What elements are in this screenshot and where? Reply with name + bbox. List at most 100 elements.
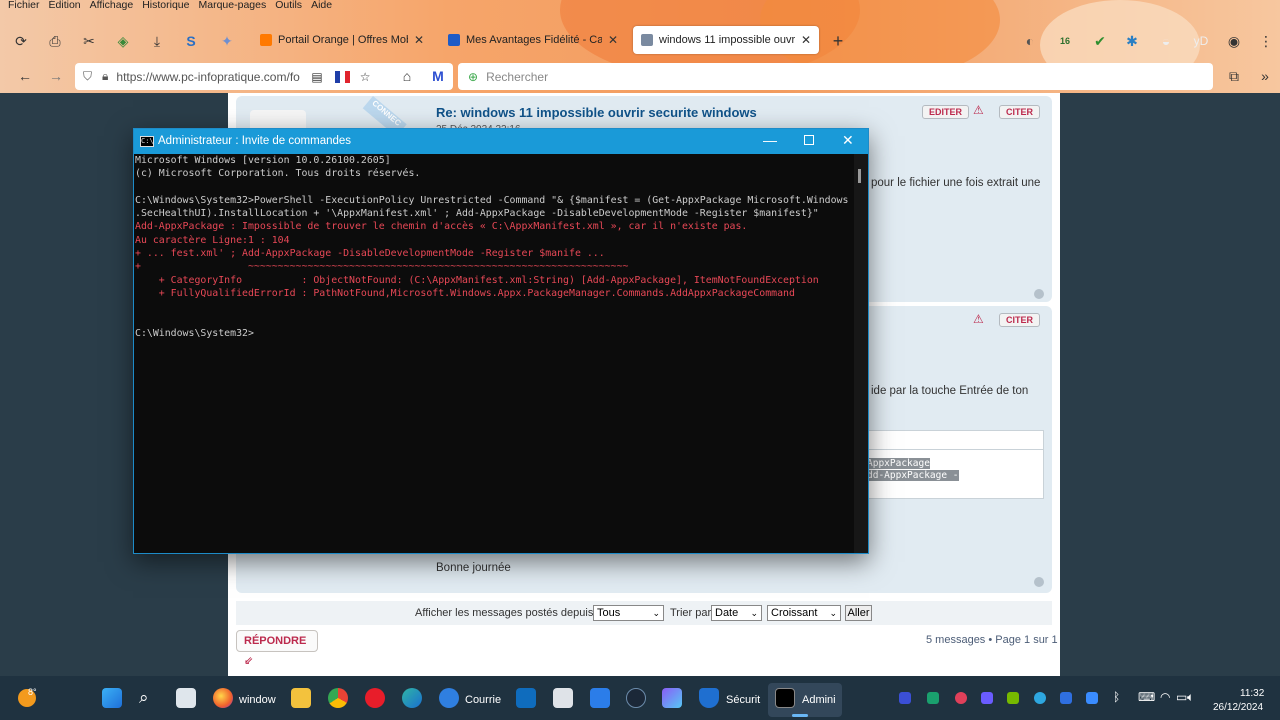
outlook-icon[interactable] bbox=[516, 688, 536, 708]
maximize-icon[interactable] bbox=[804, 135, 814, 145]
edge-icon[interactable] bbox=[402, 688, 422, 708]
period-select[interactable]: Tous ⌄ bbox=[593, 605, 664, 621]
clock-date[interactable]: 26/12/2024 bbox=[1213, 702, 1263, 713]
new-tab-icon[interactable]: + bbox=[830, 32, 846, 50]
order-select[interactable]: Croissant ⌄ bbox=[767, 605, 841, 621]
chrome-icon[interactable] bbox=[328, 688, 348, 708]
scrollbar-thumb[interactable] bbox=[858, 169, 861, 183]
quote-button[interactable]: CITER bbox=[999, 313, 1040, 327]
ghost-extension-icon[interactable]: ◒ bbox=[1158, 33, 1174, 49]
sort-key-select[interactable]: Date ⌄ bbox=[711, 605, 762, 621]
tray-app-icon[interactable] bbox=[981, 692, 993, 704]
tray-app-icon[interactable] bbox=[1060, 692, 1072, 704]
extensions-icon[interactable]: ⧉ bbox=[1226, 68, 1242, 84]
bookmark-star-icon[interactable]: ☆ bbox=[360, 70, 371, 84]
close-icon[interactable]: ✕ bbox=[842, 132, 854, 149]
app-d-tray-icon[interactable] bbox=[899, 692, 911, 704]
clock-time[interactable]: 11:32 bbox=[1240, 688, 1264, 699]
menu-item-file[interactable]: Fichier bbox=[8, 0, 40, 14]
todo-icon[interactable] bbox=[590, 688, 610, 708]
tray-app-icon[interactable] bbox=[1034, 692, 1046, 704]
start-icon[interactable] bbox=[102, 688, 122, 708]
menu-item-edit[interactable]: Édition bbox=[49, 0, 81, 14]
menu-item-history[interactable]: Historique bbox=[142, 0, 189, 14]
vpn-icon[interactable] bbox=[662, 688, 682, 708]
mail-icon[interactable] bbox=[439, 688, 459, 708]
windows-security-icon[interactable] bbox=[699, 688, 719, 708]
post-title[interactable]: Re: windows 11 impossible ouvrir securit… bbox=[436, 105, 757, 120]
steam-icon[interactable] bbox=[626, 688, 646, 708]
tab-orange[interactable]: Portail Orange | Offres Mobiles, ✕ bbox=[252, 26, 432, 54]
reader-mode-icon[interactable]: ▤ bbox=[311, 70, 322, 84]
reply-button[interactable]: RÉPONDRE ⇙ bbox=[236, 630, 318, 667]
url-text[interactable]: https://www.pc-infopratique.com/fo bbox=[116, 70, 301, 84]
back-icon[interactable]: ← bbox=[17, 68, 33, 84]
report-icon[interactable]: ⚠ bbox=[973, 312, 984, 326]
extension-icon[interactable]: ◈ bbox=[115, 33, 131, 49]
france-flag-icon[interactable] bbox=[334, 70, 350, 83]
print-icon[interactable]: ⎙ bbox=[47, 33, 63, 49]
overflow-menu-icon[interactable]: » bbox=[1257, 68, 1273, 84]
firefox-task-label[interactable]: window bbox=[239, 694, 276, 706]
close-icon[interactable]: ✕ bbox=[608, 33, 618, 47]
s-extension-icon[interactable]: S bbox=[183, 33, 199, 49]
go-button[interactable]: Aller bbox=[845, 605, 872, 621]
puzzle-icon[interactable]: ✦ bbox=[219, 33, 235, 49]
window-title-bar[interactable]: C:\ Administrateur : Invite de commandes… bbox=[134, 129, 868, 154]
file-explorer-icon[interactable] bbox=[291, 688, 311, 708]
menu-item-view[interactable]: Affichage bbox=[90, 0, 134, 14]
reload-icon[interactable]: ⟳ bbox=[13, 33, 29, 49]
close-icon[interactable]: ✕ bbox=[801, 33, 811, 47]
screenshot-icon[interactable]: ✂ bbox=[81, 33, 97, 49]
download-icon[interactable]: ⤓ bbox=[149, 33, 165, 49]
nvidia-tray-icon[interactable] bbox=[1007, 692, 1019, 704]
bluetooth-icon[interactable]: ᛒ bbox=[1113, 690, 1120, 704]
wifi-icon[interactable]: ◠ bbox=[1160, 690, 1170, 704]
tracking-shield-icon[interactable]: ⛉ bbox=[83, 69, 92, 84]
quote-button[interactable]: CITER bbox=[999, 105, 1040, 119]
forward-icon[interactable]: → bbox=[48, 68, 64, 84]
tray-app-icon[interactable] bbox=[927, 692, 939, 704]
proton-mail-icon[interactable]: M bbox=[430, 68, 446, 84]
tab-carrefour[interactable]: Mes Avantages Fidélité - Carref ✕ bbox=[440, 26, 626, 54]
app-menu-icon[interactable]: ⋮ bbox=[1258, 33, 1274, 49]
url-bar[interactable]: ⛉ 🔒︎ https://www.pc-infopratique.com/fo … bbox=[75, 63, 453, 90]
back-to-top-icon[interactable] bbox=[1034, 577, 1044, 587]
search-icon[interactable]: ⌕ bbox=[139, 688, 149, 708]
console-output[interactable]: Microsoft Windows [version 10.0.26100.26… bbox=[134, 154, 854, 553]
menu-item-tools[interactable]: Outils bbox=[275, 0, 302, 14]
security-task-label[interactable]: Sécurit bbox=[726, 694, 760, 706]
volume-icon[interactable]: 🔈︎ bbox=[1187, 690, 1194, 705]
edit-button[interactable]: EDITER bbox=[922, 105, 970, 119]
firefox-icon[interactable] bbox=[213, 688, 233, 708]
tab-windows-forum[interactable]: windows 11 impossible ouvrir sé ✕ bbox=[633, 26, 819, 54]
check-extension-icon[interactable]: ✔ bbox=[1092, 33, 1108, 49]
lock-icon[interactable]: 🔒︎ bbox=[102, 69, 108, 84]
badge-count[interactable]: 16 bbox=[1057, 33, 1073, 49]
keyboard-icon[interactable]: ⌨ bbox=[1138, 690, 1155, 704]
opera-icon[interactable] bbox=[365, 688, 385, 708]
weather-temp[interactable]: 8° bbox=[28, 687, 37, 697]
console-task-label[interactable]: Admini bbox=[802, 694, 836, 706]
command-prompt-window[interactable]: C:\ Administrateur : Invite de commandes… bbox=[133, 128, 869, 554]
menu-item-bookmarks[interactable]: Marque-pages bbox=[199, 0, 267, 14]
gear-extension-icon[interactable]: ✱ bbox=[1124, 33, 1140, 49]
shield-icon[interactable]: ◐ bbox=[1022, 33, 1038, 49]
battery-icon[interactable]: ▭ bbox=[1176, 690, 1187, 704]
report-icon[interactable]: ⚠ bbox=[973, 103, 984, 117]
mail-task-label[interactable]: Courrie bbox=[465, 694, 501, 706]
console-task-icon[interactable] bbox=[775, 688, 795, 708]
console-scrollbar[interactable] bbox=[854, 154, 868, 553]
back-to-top-icon[interactable] bbox=[1034, 289, 1044, 299]
close-icon[interactable]: ✕ bbox=[414, 33, 424, 47]
tray-app-icon[interactable] bbox=[1086, 692, 1098, 704]
home-icon[interactable]: ⌂ bbox=[399, 68, 415, 84]
search-bar[interactable]: ⊕ Rechercher bbox=[458, 63, 1213, 90]
tray-app-icon[interactable] bbox=[955, 692, 967, 704]
menu-item-help[interactable]: Aide bbox=[311, 0, 332, 14]
printer-icon[interactable] bbox=[553, 688, 573, 708]
account-icon[interactable]: ◉ bbox=[1226, 33, 1242, 49]
minimize-icon[interactable]: — bbox=[763, 132, 777, 148]
profile-initials[interactable]: yD bbox=[1190, 33, 1212, 49]
task-view-icon[interactable] bbox=[176, 688, 196, 708]
